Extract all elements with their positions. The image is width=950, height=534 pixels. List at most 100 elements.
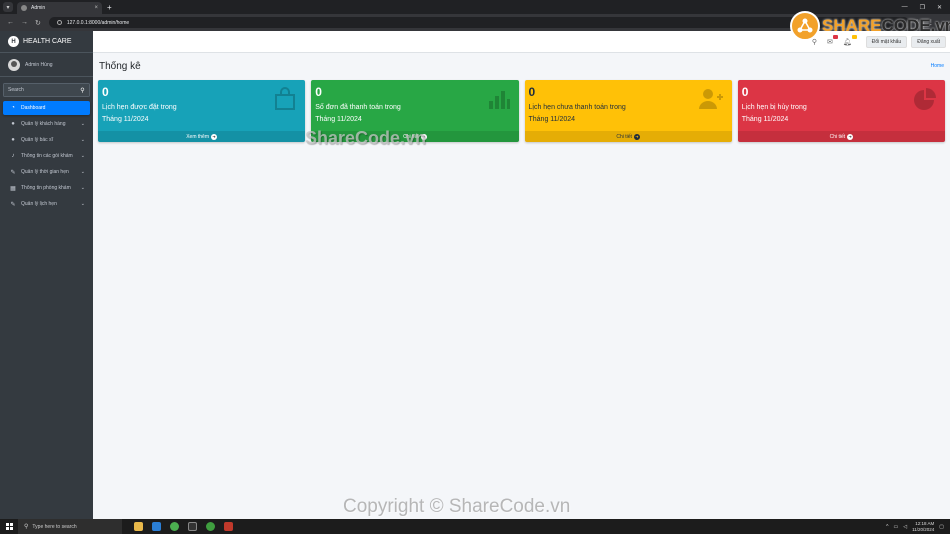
user-name: Admin Hùng bbox=[25, 61, 53, 68]
volume-icon[interactable]: ◁ bbox=[903, 524, 907, 530]
stat-box-booked: 0 Lịch hẹn được đặt trong Tháng 11/2024 … bbox=[98, 80, 306, 142]
browser-tab[interactable]: Admin × bbox=[17, 2, 102, 14]
page-title: Thống kê bbox=[99, 60, 141, 72]
sidebar-item-label: Thông tin các gói khám bbox=[21, 153, 73, 159]
stat-box-footer-link[interactable]: Xem thêm ➜ bbox=[98, 131, 306, 142]
stat-month: Tháng 11/2024 bbox=[102, 116, 149, 123]
stat-footer-label: Chi tiết bbox=[829, 133, 846, 140]
stat-month: Tháng 11/2024 bbox=[315, 116, 362, 123]
url-field[interactable]: 127.0.0.1:8000/admin/home bbox=[48, 17, 909, 28]
sidebar-item-doctors[interactable]: ● Quản lý bác sĩ ⌄ bbox=[3, 133, 90, 147]
stat-label: Lịch hẹn được đặt trong bbox=[102, 104, 177, 111]
watermark-logo: SHARECODE.vn bbox=[790, 8, 950, 44]
chevron-down-icon: ⌄ bbox=[80, 153, 85, 159]
reload-icon[interactable]: ↻ bbox=[35, 19, 41, 27]
sidebar-search-input[interactable] bbox=[3, 83, 76, 97]
stat-label: Lịch hẹn bị hủy trong bbox=[741, 104, 807, 111]
chrome-icon[interactable] bbox=[170, 522, 179, 531]
chevron-down-icon: ⌄ bbox=[80, 121, 85, 127]
back-icon[interactable]: ← bbox=[7, 19, 14, 26]
stat-boxes: 0 Lịch hẹn được đặt trong Tháng 11/2024 … bbox=[98, 80, 945, 142]
stat-count: 0 bbox=[741, 85, 749, 99]
tab-title: Admin bbox=[31, 5, 46, 11]
watermark-logo-text: SHARECODE.vn bbox=[822, 16, 950, 35]
app-icon[interactable] bbox=[206, 522, 215, 531]
brand-logo-icon: H bbox=[8, 36, 19, 47]
sidebar-item-clinic-info[interactable]: ▦ Thông tin phòng khám ⌄ bbox=[3, 181, 90, 195]
notification-center-icon[interactable]: ▢ bbox=[939, 524, 944, 530]
taskbar-clock[interactable]: 12:18 AM 11/20/2024 bbox=[912, 521, 934, 533]
os-taskbar: ⚲ Type here to search ^ ▭ ◁ 12:18 AM 11/… bbox=[0, 519, 950, 534]
chevron-down-icon: ⌄ bbox=[80, 169, 85, 175]
sidebar-item-packages[interactable]: ♪ Thông tin các gói khám ⌄ bbox=[3, 149, 90, 163]
sidebar-item-schedule-times[interactable]: ✎ Quản lý thời gian hẹn ⌄ bbox=[3, 165, 90, 179]
start-button[interactable] bbox=[0, 523, 18, 530]
sidebar-menu: ◔ Dashboard ● Quản lý khách hàng ⌄ ● Quả… bbox=[0, 101, 93, 211]
bar-chart-icon bbox=[488, 91, 510, 109]
sidebar-search: ⚲ bbox=[3, 83, 90, 97]
edit-icon: ✎ bbox=[10, 201, 16, 208]
sidebar: H HEALTH CARE Admin Hùng ⚲ ◔ Dashboard ●… bbox=[0, 31, 93, 519]
sidebar-item-dashboard[interactable]: ◔ Dashboard bbox=[3, 101, 90, 115]
stat-box-footer-link[interactable]: Chi tiết ➜ bbox=[524, 131, 732, 142]
stat-month: Tháng 11/2024 bbox=[741, 116, 789, 123]
site-info-icon[interactable] bbox=[56, 20, 62, 25]
edit-icon: ✎ bbox=[10, 169, 16, 176]
pie-chart-icon bbox=[914, 88, 936, 110]
tab-close-icon[interactable]: × bbox=[94, 5, 98, 11]
windows-logo-icon bbox=[5, 523, 13, 530]
arrow-circle-right-icon: ➜ bbox=[633, 133, 640, 140]
taskbar-search-placeholder: Type here to search bbox=[32, 523, 77, 530]
stat-count: 0 bbox=[315, 85, 322, 99]
chevron-down-icon: ⌄ bbox=[80, 201, 85, 207]
breadcrumb[interactable]: Home bbox=[931, 63, 944, 69]
brand-link[interactable]: H HEALTH CARE bbox=[0, 31, 93, 53]
clock-date: 11/20/2024 bbox=[912, 526, 935, 532]
chevron-down-icon: ⌄ bbox=[80, 137, 85, 143]
shopping-bag-icon bbox=[275, 87, 296, 110]
network-icon[interactable]: ▭ bbox=[893, 524, 898, 530]
tab-search-button[interactable]: ▾ bbox=[3, 2, 13, 12]
stat-box-unpaid: 0 Lịch hẹn chưa thanh toán trong Tháng 1… bbox=[524, 80, 732, 142]
sidebar-item-customers[interactable]: ● Quản lý khách hàng ⌄ bbox=[3, 117, 90, 131]
arrow-circle-right-icon: ➜ bbox=[211, 133, 218, 140]
brand-text: HEALTH CARE bbox=[23, 38, 72, 45]
sidebar-item-label: Quản lý khách hàng bbox=[21, 121, 66, 127]
sidebar-item-label: Quản lý thời gian hẹn bbox=[21, 169, 69, 175]
url-text: 127.0.0.1:8000/admin/home bbox=[66, 19, 130, 26]
sidebar-item-label: Thông tin phòng khám bbox=[21, 185, 71, 191]
watermark-copyright: Copyright © ShareCode.vn bbox=[343, 496, 571, 517]
stat-box-footer-link[interactable]: Chi tiết ➜ bbox=[737, 131, 945, 142]
avatar bbox=[8, 58, 20, 71]
vscode-icon[interactable] bbox=[152, 522, 161, 531]
terminal-icon[interactable] bbox=[188, 522, 197, 531]
app-icon[interactable] bbox=[224, 522, 233, 531]
system-tray: ^ ▭ ◁ 12:18 AM 11/20/2024 ▢ bbox=[886, 521, 944, 533]
stat-box-cancelled: 0 Lịch hẹn bị hủy trong Tháng 11/2024 Ch… bbox=[737, 80, 945, 142]
watermark-middle: ShareCode.vn bbox=[305, 128, 427, 148]
forward-icon[interactable]: → bbox=[21, 19, 28, 26]
sidebar-item-appointments[interactable]: ✎ Quản lý lịch hẹn ⌄ bbox=[3, 197, 90, 211]
table-icon: ▦ bbox=[10, 185, 16, 192]
user-panel[interactable]: Admin Hùng bbox=[0, 53, 93, 77]
bell-icon: ♪ bbox=[11, 153, 15, 159]
user-plus-icon bbox=[698, 89, 723, 109]
taskbar-search[interactable]: ⚲ Type here to search bbox=[18, 519, 122, 534]
tachometer-icon: ◔ bbox=[11, 105, 15, 111]
sidebar-item-label: Quản lý lịch hẹn bbox=[21, 201, 57, 207]
taskbar-apps bbox=[134, 522, 233, 531]
stat-month: Tháng 11/2024 bbox=[528, 116, 576, 123]
tab-favicon-icon bbox=[21, 5, 27, 11]
chevron-down-icon: ⌄ bbox=[80, 185, 85, 191]
chevron-up-icon[interactable]: ^ bbox=[886, 524, 888, 530]
stat-label: Số đơn đã thanh toán trong bbox=[315, 104, 401, 111]
stat-count: 0 bbox=[102, 85, 109, 99]
search-icon[interactable]: ⚲ bbox=[76, 83, 90, 97]
file-explorer-icon[interactable] bbox=[134, 522, 143, 531]
watermark-logo-icon bbox=[790, 11, 820, 41]
search-icon: ⚲ bbox=[24, 524, 29, 530]
sidebar-item-label: Quản lý bác sĩ bbox=[21, 137, 53, 143]
new-tab-button[interactable]: + bbox=[107, 3, 112, 12]
users-icon: ● bbox=[11, 121, 15, 127]
content-header: Thống kê Home bbox=[93, 53, 950, 79]
